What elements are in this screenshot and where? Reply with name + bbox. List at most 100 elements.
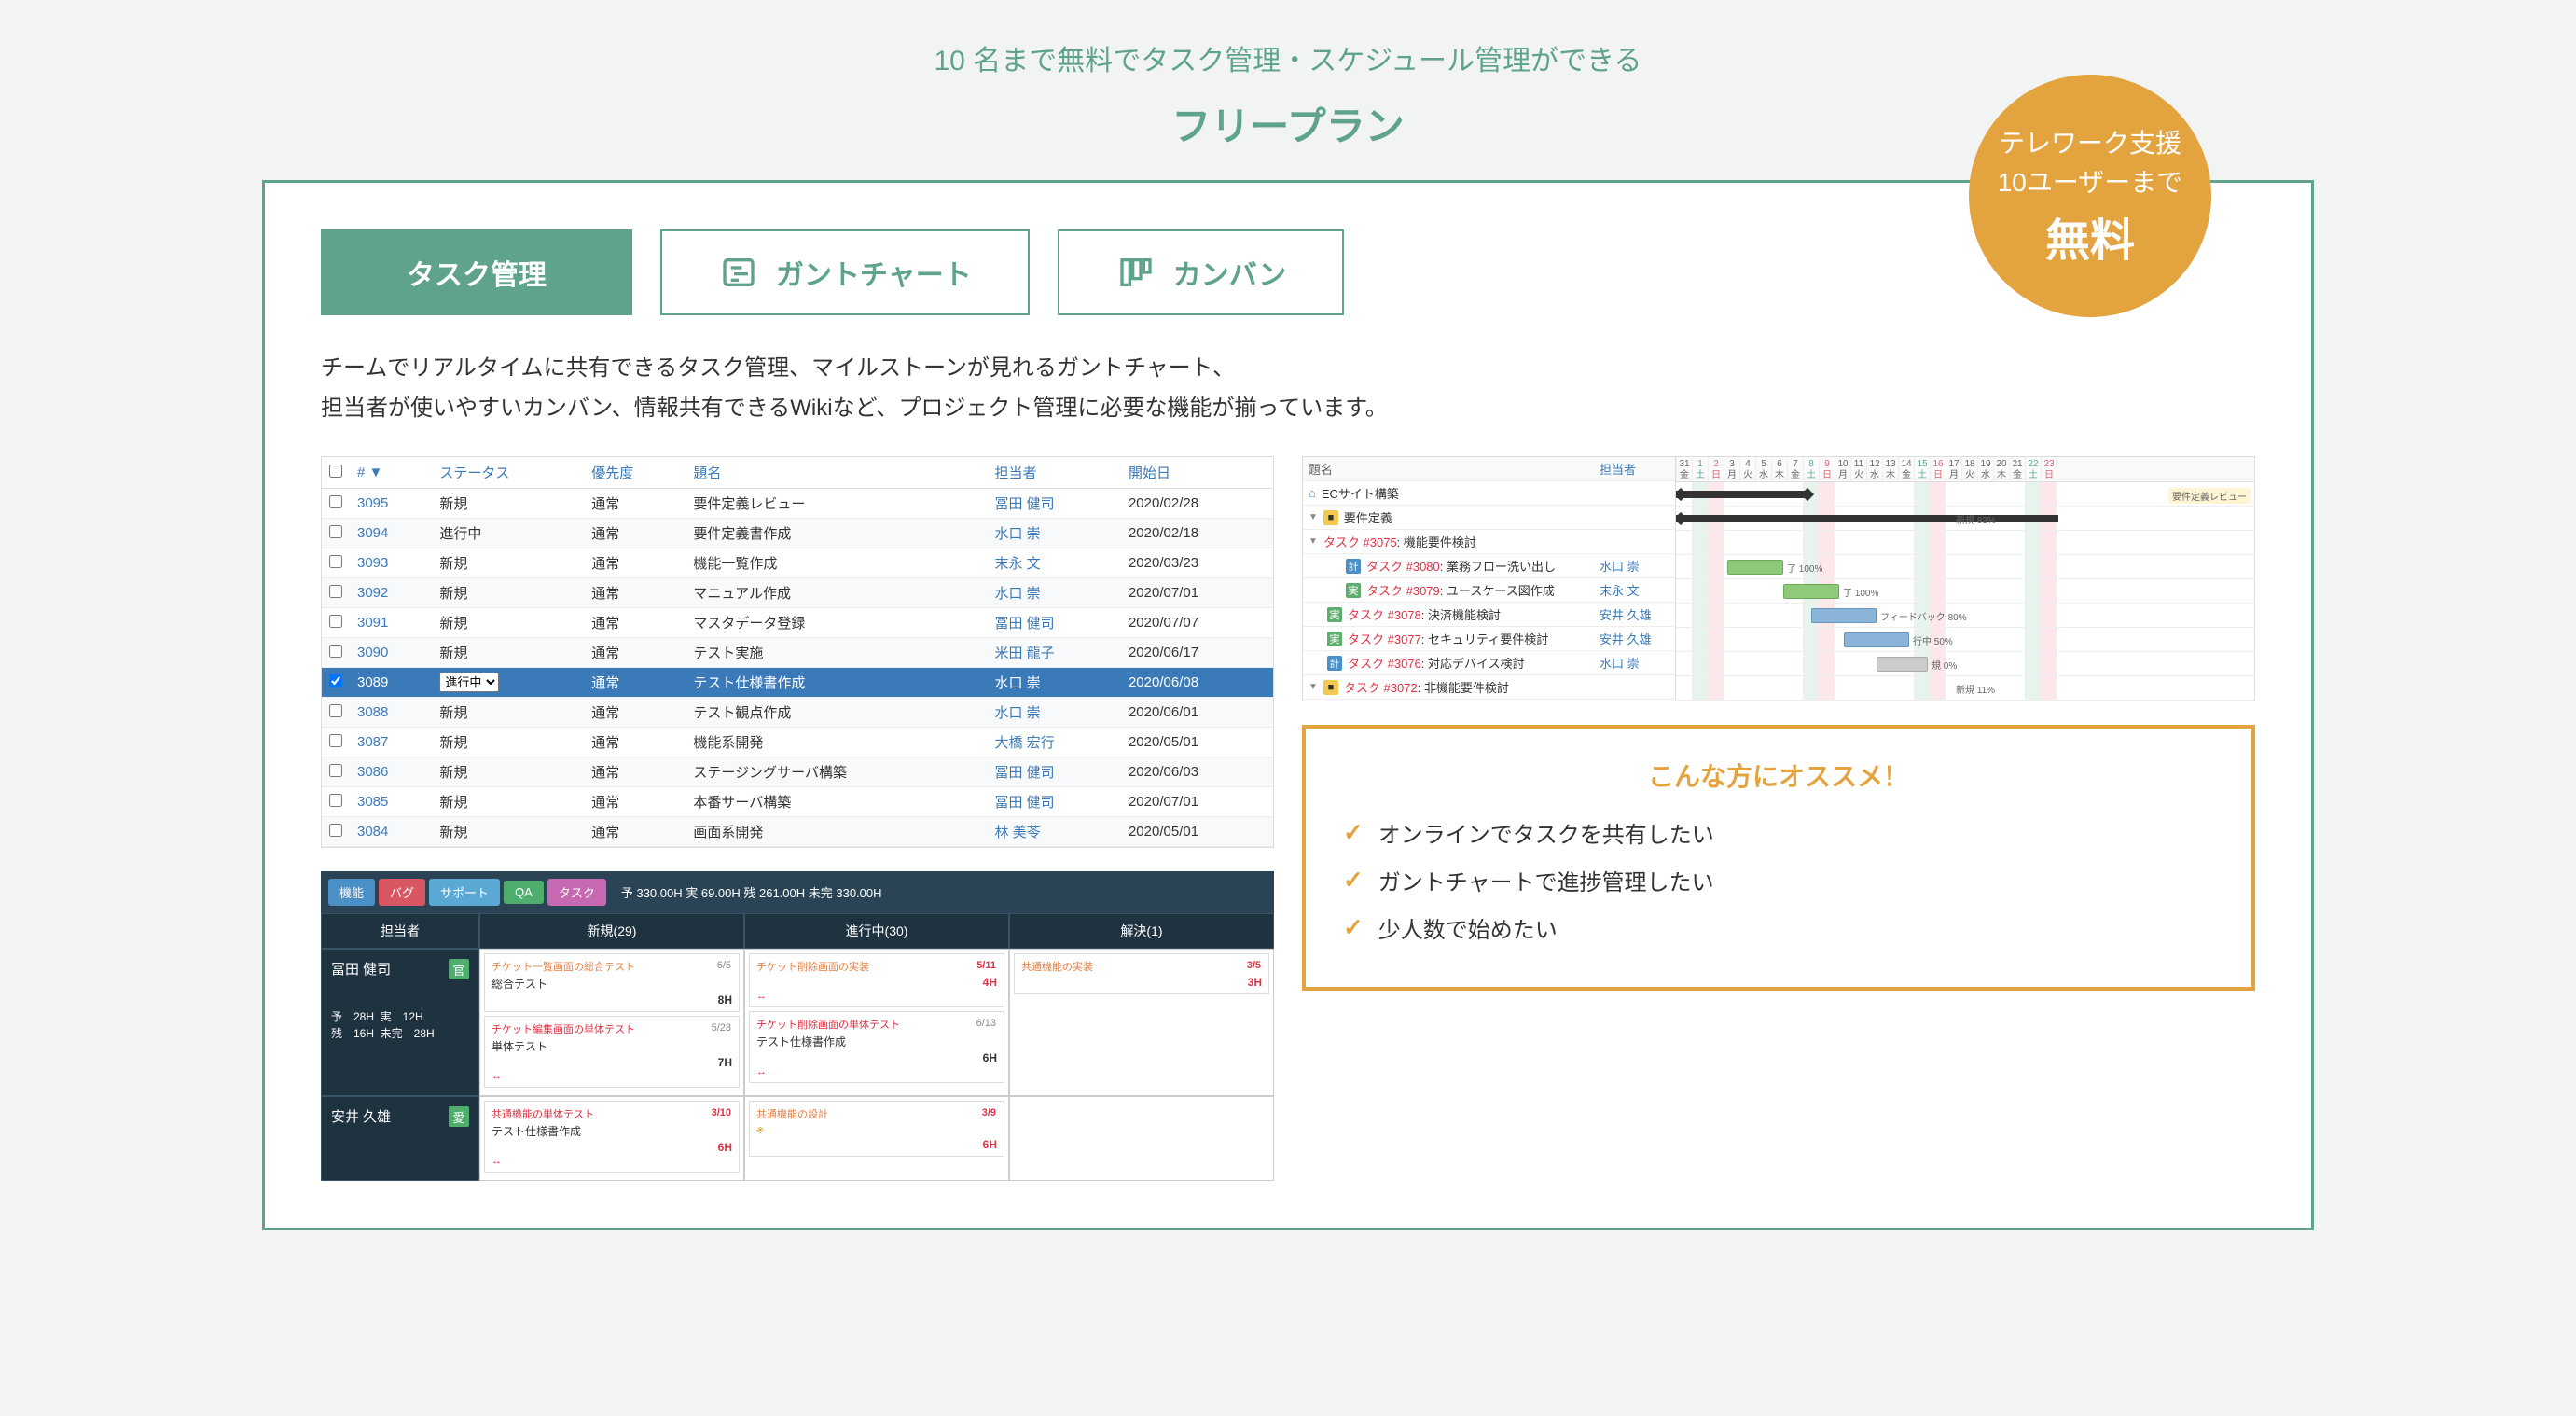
task-id-link[interactable]: 3088 [357,704,388,720]
task-id-link[interactable]: 3085 [357,794,388,810]
assignee-link[interactable]: 冨田 健司 [995,616,1055,632]
gantt-row[interactable]: 実 タスク #3077: セキュリティ要件検討 安井 久雄 [1303,627,1675,651]
table-row[interactable]: 3094 進行中 通常 要件定義書作成 水口 崇 2020/02/18 [322,519,1273,548]
tab-gantt-chart[interactable]: ガントチャート [660,229,1030,315]
task-link[interactable]: タスク #3076 [1348,657,1421,671]
card-date: 6/13 [976,1018,996,1029]
status-select[interactable]: 進行中 [439,673,499,692]
th-status[interactable]: ステータス [432,457,584,489]
assignee-link[interactable]: 水口 崇 [995,675,1041,691]
gantt-row[interactable]: ⌂ ECサイト構築 [1303,481,1675,506]
kanban-card[interactable]: 共通機能の実装 3/5 3H [1014,953,1269,994]
row-checkbox[interactable] [329,734,342,747]
filter-task[interactable]: タスク [547,879,606,906]
table-row[interactable]: 3087 新規 通常 機能系開発 大橋 宏行 2020/05/01 [322,728,1273,757]
filter-function[interactable]: 機能 [328,879,375,906]
gantt-row[interactable]: 実 タスク #3078: 決済機能検討 安井 久雄 [1303,603,1675,627]
task-link[interactable]: タスク #3077 [1348,632,1421,646]
task-link[interactable]: タスク #3075 [1323,535,1397,549]
table-row[interactable]: 3084 新規 通常 画面系開発 林 美苓 2020/05/01 [322,817,1273,847]
task-id-link[interactable]: 3094 [357,525,388,541]
filter-support[interactable]: サポート [429,879,500,906]
task-id-link[interactable]: 3089 [357,674,388,690]
th-assignee[interactable]: 担当者 [988,457,1121,489]
gantt-bar[interactable] [1877,657,1928,672]
th-subject[interactable]: 題名 [686,457,987,489]
row-checkbox[interactable] [329,555,342,568]
assignee-link[interactable]: 水口 崇 [995,705,1041,721]
kanban-card[interactable]: チケット一覧画面の総合テスト 6/5 総合テスト 8H [484,953,740,1012]
gantt-row[interactable]: 計 タスク #3080: 業務フロー洗い出し 水口 崇 [1303,554,1675,578]
row-checkbox[interactable] [329,674,342,687]
th-priority[interactable]: 優先度 [584,457,686,489]
gantt-bar[interactable] [1727,560,1783,575]
task-id-link[interactable]: 3095 [357,495,388,511]
assignee-link[interactable]: 大橋 宏行 [995,735,1055,751]
assignee-link[interactable]: 水口 崇 [995,526,1041,542]
table-row[interactable]: 3090 新規 通常 テスト実施 米田 龍子 2020/06/17 [322,638,1273,668]
assignee-link[interactable]: 水口 崇 [995,586,1041,602]
gantt-row[interactable]: ▼ ■ タスク #3072: 非機能要件検討 [1303,675,1675,700]
row-checkbox[interactable] [329,824,342,837]
gantt-row[interactable]: ▼ ■ 要件定義 [1303,506,1675,530]
row-checkbox[interactable] [329,495,342,508]
expand-icon[interactable]: ▼ [1309,512,1318,522]
table-row[interactable]: 3095 新規 通常 要件定義レビュー 冨田 健司 2020/02/28 [322,489,1273,519]
th-id[interactable]: # ▼ [350,457,432,489]
gantt-chart: 題名 担当者 ⌂ ECサイト構築 ▼ ■ 要件定義 ▼ [1302,456,2255,701]
gantt-row[interactable]: 実 タスク #3079: ユースケース図作成 末永 文 [1303,578,1675,603]
tab-task-management[interactable]: タスク管理 [321,229,632,315]
assignee-link[interactable]: 林 美苓 [995,825,1041,840]
gantt-bar[interactable] [1811,608,1877,623]
kanban-card[interactable]: チケット削除画面の単体テスト 6/13 テスト仕様書作成 6H ↔ [749,1011,1004,1083]
task-link[interactable]: タスク #3072 [1344,681,1418,695]
gantt-row[interactable]: ▼ タスク #3075: 機能要件検討 [1303,530,1675,554]
task-link[interactable]: タスク #3079 [1366,584,1440,598]
table-row[interactable]: 3086 新規 通常 ステージングサーバ構築 冨田 健司 2020/06/03 [322,757,1273,787]
task-id-link[interactable]: 3092 [357,585,388,601]
assignee-link[interactable]: 冨田 健司 [995,765,1055,781]
gantt-row[interactable]: 計 タスク #3076: 対応デバイス検討 水口 崇 [1303,651,1675,675]
assignee-link[interactable]: 冨田 健司 [995,496,1055,512]
task-link[interactable]: タスク #3080 [1366,560,1440,574]
assignee-link[interactable]: 末永 文 [995,556,1041,572]
card-hours: 6H [756,1138,997,1151]
gantt-bar[interactable] [1783,584,1839,599]
th-start[interactable]: 開始日 [1121,457,1273,489]
table-row[interactable]: 3088 新規 通常 テスト観点作成 水口 崇 2020/06/01 [322,698,1273,728]
row-checkbox[interactable] [329,645,342,658]
row-checkbox[interactable] [329,704,342,717]
expand-icon[interactable]: ▼ [1309,682,1318,692]
tab-kanban[interactable]: カンバン [1058,229,1345,315]
task-id-link[interactable]: 3090 [357,645,388,660]
select-all-checkbox[interactable] [329,465,342,478]
table-row[interactable]: 3091 新規 通常 マスタデータ登録 冨田 健司 2020/07/07 [322,608,1273,638]
kanban-card[interactable]: 共通機能の設計 3/9 ※ 6H [749,1101,1004,1157]
kanban-card[interactable]: チケット削除画面の実装 5/11 4H ↔ [749,953,1004,1007]
task-id-link[interactable]: 3093 [357,555,388,571]
filter-bug[interactable]: バグ [379,879,425,906]
kanban-card[interactable]: チケット編集画面の単体テスト 5/28 単体テスト 7H ↔ [484,1016,740,1088]
filter-qa[interactable]: QA [504,881,544,904]
assignee-link[interactable]: 米田 龍子 [995,646,1055,661]
task-id-link[interactable]: 3084 [357,824,388,840]
assignee-badge: 愛 [449,1106,469,1127]
task-id-link[interactable]: 3091 [357,615,388,631]
row-checkbox[interactable] [329,585,342,598]
priority-cell: 通常 [584,608,686,638]
task-link[interactable]: タスク #3078 [1348,608,1421,622]
assignee-link[interactable]: 冨田 健司 [995,795,1055,811]
row-checkbox[interactable] [329,764,342,777]
table-row[interactable]: 3093 新規 通常 機能一覧作成 末永 文 2020/03/23 [322,548,1273,578]
table-row[interactable]: 3089 進行中 通常 テスト仕様書作成 水口 崇 2020/06/08 [322,668,1273,698]
task-id-link[interactable]: 3087 [357,734,388,750]
kanban-card[interactable]: 共通機能の単体テスト 3/10 テスト仕様書作成 6H ↔ [484,1101,740,1173]
table-row[interactable]: 3092 新規 通常 マニュアル作成 水口 崇 2020/07/01 [322,578,1273,608]
row-checkbox[interactable] [329,794,342,807]
row-checkbox[interactable] [329,525,342,538]
task-id-link[interactable]: 3086 [357,764,388,780]
expand-icon[interactable]: ▼ [1309,536,1318,547]
row-checkbox[interactable] [329,615,342,628]
table-row[interactable]: 3085 新規 通常 本番サーバ構築 冨田 健司 2020/07/01 [322,787,1273,817]
gantt-bar[interactable] [1844,632,1909,647]
